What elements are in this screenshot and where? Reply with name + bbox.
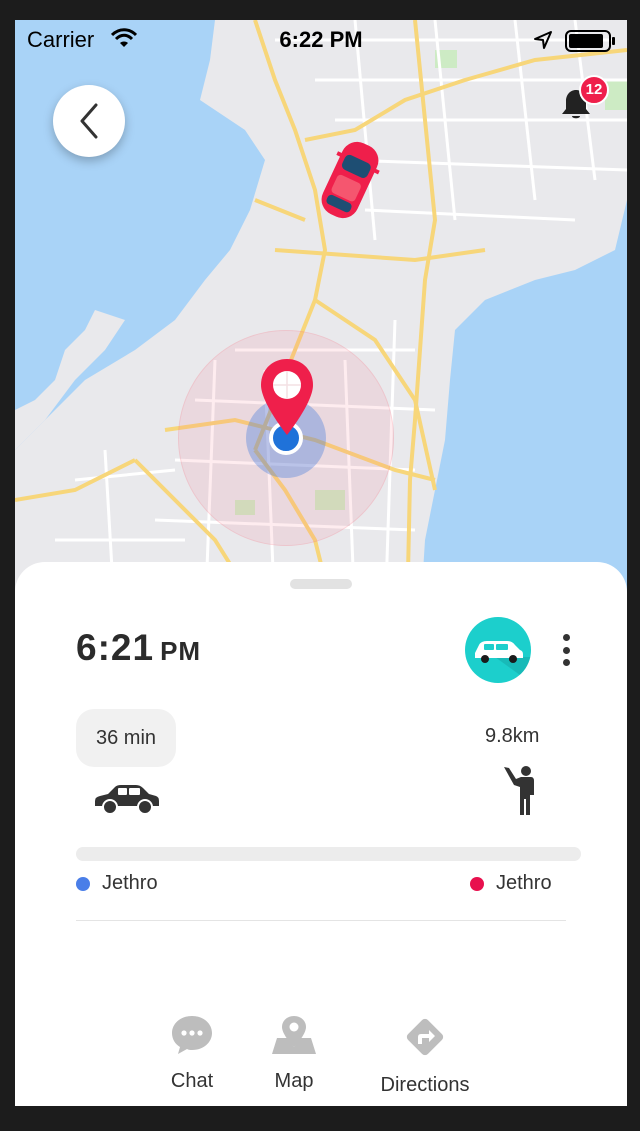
origin-name: Jethro xyxy=(102,872,158,894)
screen: Carrier 6:22 PM 12 6:21 PM 36 min 9.8km … xyxy=(15,20,627,1106)
origin-dot xyxy=(76,876,90,891)
directions-label: Directions xyxy=(380,1074,470,1096)
eta-time: 6:21 PM xyxy=(76,627,201,669)
chevron-left-icon xyxy=(80,103,98,139)
sheet-drag-handle[interactable] xyxy=(290,579,352,589)
notification-button[interactable]: 12 xyxy=(559,75,619,125)
eta-time-ampm: PM xyxy=(160,636,202,666)
duration-chip: 36 min xyxy=(76,709,176,767)
divider xyxy=(76,920,566,921)
car-icon xyxy=(475,641,531,683)
map-label: Map xyxy=(274,1070,314,1092)
pickup-pin-icon[interactable] xyxy=(259,357,315,437)
directions-button[interactable]: Directions xyxy=(374,1014,476,1097)
more-options-button[interactable] xyxy=(555,630,577,670)
location-arrow-icon xyxy=(534,31,552,49)
map-pin-icon xyxy=(272,1016,316,1054)
trip-progress-bar xyxy=(76,847,581,861)
battery-icon xyxy=(565,30,615,52)
directions-sign-icon xyxy=(406,1018,444,1056)
vehicle-avatar[interactable] xyxy=(465,617,531,683)
destination-dot xyxy=(470,876,484,891)
more-dot xyxy=(562,659,570,666)
chat-label: Chat xyxy=(170,1070,214,1092)
status-bar: Carrier 6:22 PM xyxy=(15,20,627,60)
map-button[interactable]: Map xyxy=(265,1014,323,1093)
more-dot xyxy=(562,634,570,641)
origin-label: Jethro xyxy=(76,872,158,895)
eta-time-value: 6:21 xyxy=(76,627,155,668)
notification-badge: 12 xyxy=(579,75,609,105)
destination-label: Jethro xyxy=(470,872,552,895)
distance-label: 9.8km xyxy=(485,725,540,747)
driver-car-icon[interactable] xyxy=(315,135,385,225)
lake-water xyxy=(420,200,627,620)
chat-bubble-icon xyxy=(172,1016,212,1054)
person-waving-icon xyxy=(504,766,534,815)
chat-button[interactable]: Chat xyxy=(162,1014,222,1093)
back-button[interactable] xyxy=(53,85,125,157)
car-icon xyxy=(95,785,159,815)
destination-name: Jethro xyxy=(496,872,552,894)
trip-sheet: 6:21 PM 36 min 9.8km Jethro Jethro Chat … xyxy=(15,562,627,1106)
more-dot xyxy=(562,646,570,654)
